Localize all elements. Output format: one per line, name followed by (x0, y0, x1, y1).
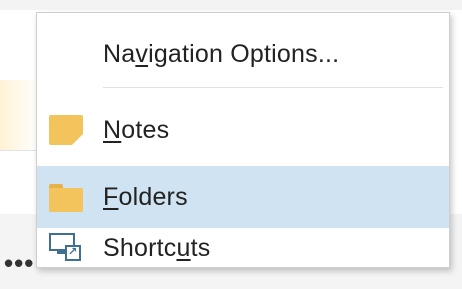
access-key: F (103, 182, 119, 211)
label-text: igation Options... (148, 39, 340, 68)
label-text: ts (190, 233, 211, 262)
menu-item-navigation-options[interactable]: Navigation Options... (37, 21, 449, 87)
menu-item-notes[interactable]: Notes (37, 99, 449, 161)
menu-item-label: Folders (103, 183, 188, 212)
label-text: olders (118, 182, 188, 211)
menu-item-label: Notes (103, 116, 169, 145)
menu-item-shortcuts[interactable]: ↗ Shortcuts (37, 228, 449, 268)
label-text: otes (121, 115, 170, 144)
notes-icon (49, 115, 83, 145)
access-key: v (135, 39, 149, 68)
menu-item-label: Navigation Options... (103, 40, 339, 69)
menu-item-folders[interactable]: Folders (37, 166, 449, 228)
access-key: u (176, 233, 191, 262)
background-highlight (0, 80, 40, 150)
shortcuts-icon: ↗ (49, 233, 83, 263)
menu-item-label: Shortcuts (103, 234, 210, 263)
label-text: Shortc (103, 233, 177, 262)
access-key: N (103, 115, 122, 144)
top-band (0, 0, 462, 10)
navigation-context-menu: Navigation Options... Notes Folders ↗ Sh… (36, 12, 450, 268)
more-options-icon[interactable]: ••• (4, 250, 34, 276)
folder-icon (49, 182, 83, 212)
label-text: Na (103, 39, 136, 68)
background-divider (0, 150, 40, 151)
menu-separator (103, 87, 443, 88)
